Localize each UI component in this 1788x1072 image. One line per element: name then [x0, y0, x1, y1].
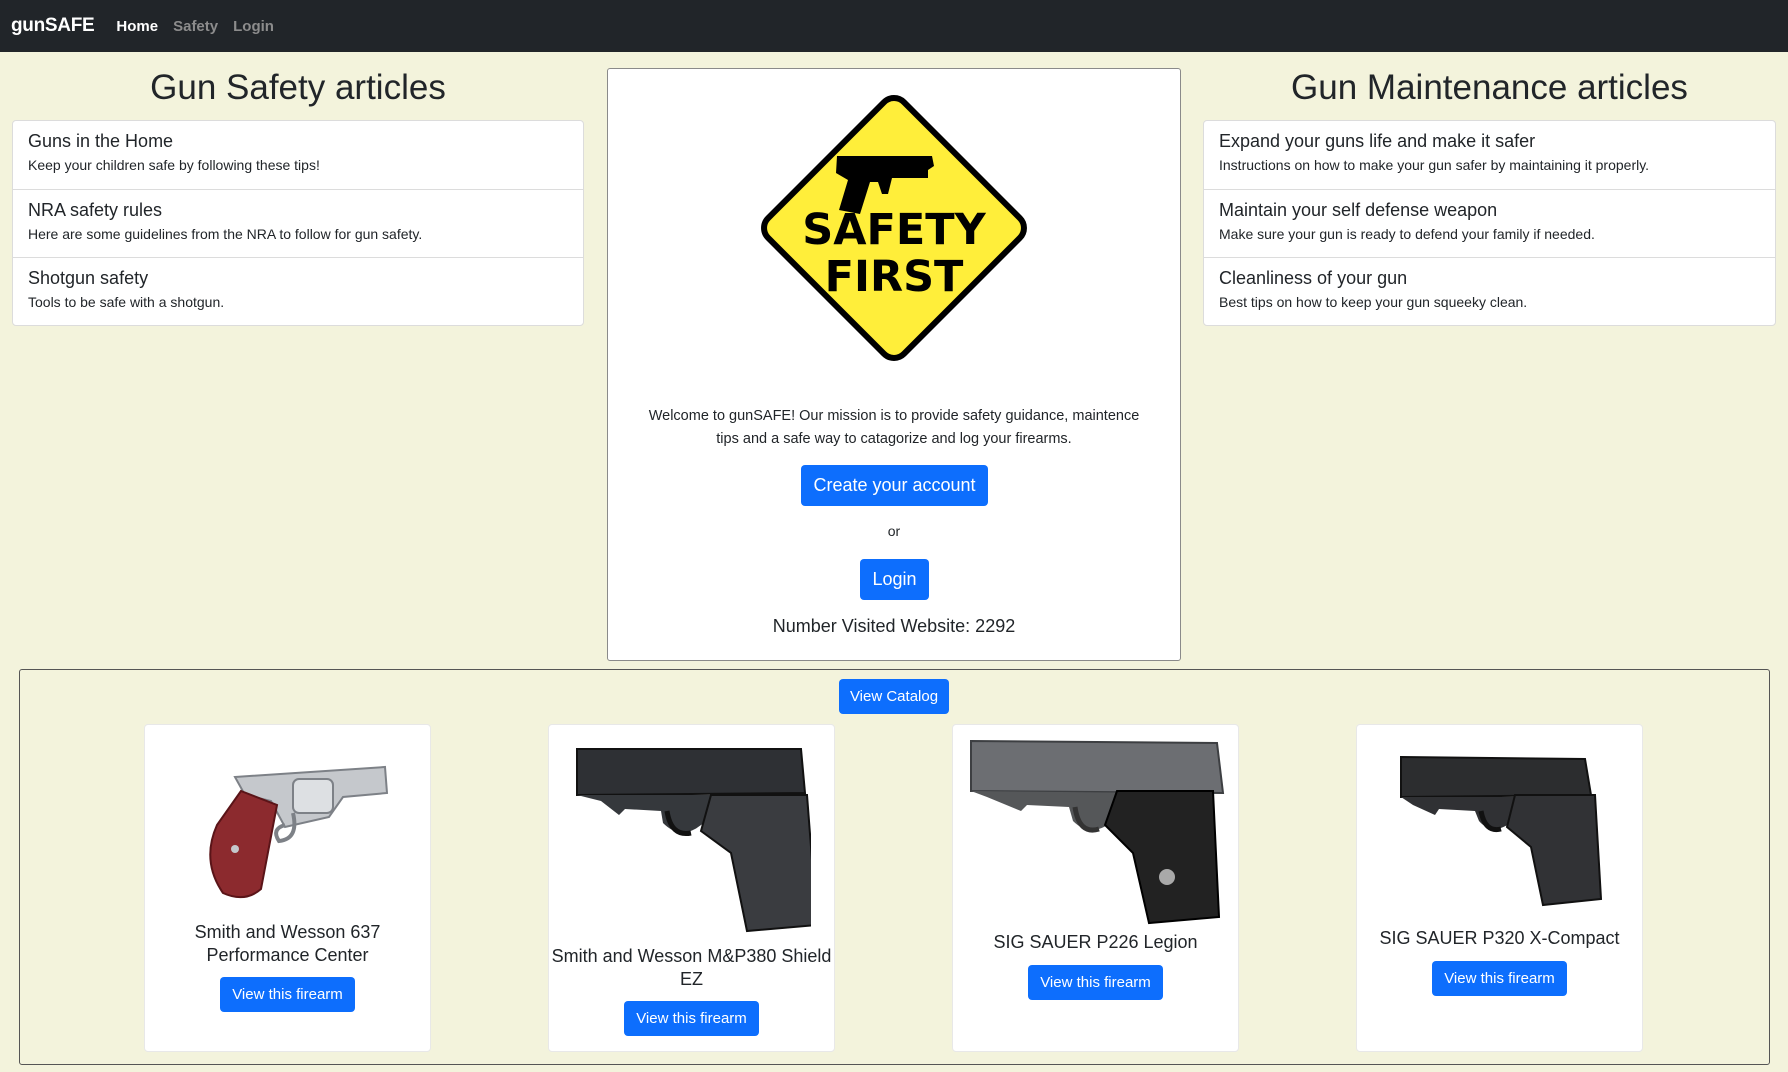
- or-separator: or: [887, 523, 901, 539]
- nav-link-home[interactable]: Home: [116, 18, 158, 35]
- catalog-section: View Catalog Smith and Wesson 637 Perfor…: [19, 669, 1770, 1065]
- firearm-name: SIG SAUER P320 X-Compact: [1379, 928, 1620, 948]
- article-description: Make sure your gun is ready to defend yo…: [1219, 225, 1595, 242]
- article-title: Shotgun safety: [28, 268, 149, 288]
- safety-article-guns-in-home[interactable]: Guns in the Home Keep your children safe…: [13, 121, 583, 190]
- firearm-name: Smith and Wesson 637 Performance Center: [194, 922, 381, 965]
- safety-articles-title: Gun Safety articles: [150, 68, 446, 107]
- revolver-image: [209, 765, 389, 899]
- article-title: Maintain your self defense weapon: [1219, 199, 1498, 220]
- article-description: Tools to be safe with a shotgun.: [28, 294, 225, 310]
- view-firearm-button[interactable]: View this firearm: [1432, 961, 1567, 996]
- view-catalog-button[interactable]: View Catalog: [839, 679, 949, 714]
- article-description: Instructions on how to make your gun saf…: [1219, 157, 1650, 173]
- sign-text-first: FIRST: [825, 252, 964, 302]
- maintenance-article-self-defense[interactable]: Maintain your self defense weapon Make s…: [1204, 190, 1775, 258]
- view-firearm-button[interactable]: View this firearm: [624, 1001, 759, 1036]
- article-description: Here are some guidelines from the NRA to…: [28, 225, 423, 242]
- article-description: Best tips on how to keep your gun squeek…: [1219, 294, 1528, 310]
- view-firearm-button[interactable]: View this firearm: [220, 977, 355, 1012]
- maintenance-articles-title: Gun Maintenance articles: [1291, 68, 1688, 107]
- welcome-card: SAFETY FIRST Welcome to gunSAFE! Our mis…: [607, 68, 1181, 661]
- firearm-name: Smith and Wesson M&P380 Shield EZ: [551, 946, 832, 989]
- maintenance-article-cleanliness[interactable]: Cleanliness of your gun Best tips on how…: [1204, 258, 1775, 327]
- login-button[interactable]: Login: [860, 559, 929, 600]
- nav-link-login[interactable]: Login: [233, 18, 274, 35]
- maintenance-article-expand-life[interactable]: Expand your guns life and make it safer …: [1204, 121, 1775, 190]
- nav-link-safety[interactable]: Safety: [173, 18, 218, 35]
- safety-first-sign: SAFETY FIRST: [761, 95, 1027, 361]
- article-title: Cleanliness of your gun: [1219, 268, 1408, 288]
- article-description: Keep your children safe by following the…: [28, 157, 320, 173]
- safety-articles-list: Guns in the Home Keep your children safe…: [12, 120, 584, 326]
- safety-article-nra-rules[interactable]: NRA safety rules Here are some guideline…: [13, 190, 583, 258]
- navbar: gunSAFE Home Safety Login: [0, 0, 1788, 52]
- pistol-p226-image: [970, 739, 1225, 925]
- visit-counter: Number Visited Website: 2292: [772, 616, 1016, 636]
- article-title: Expand your guns life and make it safer: [1219, 131, 1536, 151]
- maintenance-articles-list: Expand your guns life and make it safer …: [1203, 120, 1776, 326]
- safety-article-shotgun[interactable]: Shotgun safety Tools to be safe with a s…: [13, 258, 583, 327]
- pistol-p320-image: [1400, 755, 1603, 907]
- sign-text-safety: SAFETY: [802, 205, 986, 255]
- pistol-mp380-image: [576, 748, 811, 933]
- welcome-text: Welcome to gunSAFE! Our mission is to pr…: [648, 408, 1140, 447]
- firearm-card: SIG SAUER P320 X-Compact View this firea…: [1356, 724, 1643, 1052]
- article-title: Guns in the Home: [28, 131, 174, 151]
- firearm-card: Smith and Wesson 637 Performance Center …: [144, 724, 431, 1052]
- create-account-button[interactable]: Create your account: [801, 465, 988, 506]
- view-firearm-button[interactable]: View this firearm: [1028, 965, 1163, 1000]
- brand-logo[interactable]: gunSAFE: [11, 15, 95, 37]
- firearm-card: SIG SAUER P226 Legion View this firearm: [952, 724, 1239, 1052]
- article-title: NRA safety rules: [28, 199, 163, 220]
- firearm-name: SIG SAUER P226 Legion: [993, 932, 1198, 952]
- firearm-card: Smith and Wesson M&P380 Shield EZ View t…: [548, 724, 835, 1052]
